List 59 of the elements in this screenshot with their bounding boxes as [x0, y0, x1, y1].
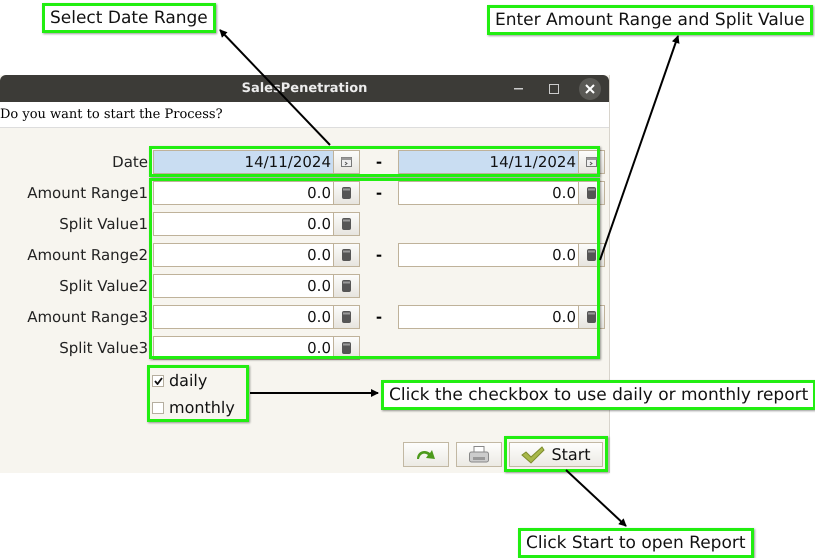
- number-field[interactable]: 0.0: [398, 305, 578, 329]
- minimize-icon: [514, 88, 522, 90]
- date-picker-button[interactable]: [333, 150, 360, 174]
- checkbox[interactable]: [152, 402, 164, 414]
- calculator-icon: [342, 187, 351, 199]
- window-title: SalesPenetration: [242, 81, 368, 96]
- date-field[interactable]: 14/11/2024: [398, 150, 578, 174]
- calculator-icon: [342, 342, 351, 354]
- callout-label: Select Date Range: [42, 3, 216, 33]
- range-separator: -: [376, 184, 382, 202]
- print-button[interactable]: [456, 442, 502, 467]
- field-label: Amount Range2: [27, 246, 148, 264]
- range-separator: -: [376, 153, 382, 171]
- field-label: Split Value1: [59, 215, 148, 233]
- checkbox-label: monthly: [169, 398, 235, 417]
- number-field[interactable]: 0.0: [153, 274, 333, 298]
- calculator-icon: [342, 218, 351, 230]
- maximize-icon: [549, 84, 559, 94]
- range-separator: -: [376, 246, 382, 264]
- close-icon: [585, 84, 595, 94]
- question-text: Do you want to start the Process?: [0, 107, 223, 122]
- callout-label: Click the checkbox to use daily or monthly report: [381, 380, 815, 410]
- calculator-button[interactable]: [333, 243, 360, 267]
- field-label: Split Value2: [59, 277, 148, 295]
- field-label: Split Value3: [59, 339, 148, 357]
- calendar-icon: [341, 157, 352, 167]
- refresh-button[interactable]: [403, 442, 449, 467]
- calculator-button[interactable]: [333, 212, 360, 236]
- start-button[interactable]: Start: [509, 442, 603, 467]
- calculator-icon: [342, 280, 351, 292]
- number-field[interactable]: 0.0: [398, 243, 578, 267]
- checkmark-icon: [521, 446, 546, 464]
- number-field[interactable]: 0.0: [398, 181, 578, 205]
- calculator-icon: [587, 249, 596, 261]
- field-label: Amount Range3: [27, 308, 148, 326]
- range-separator: -: [376, 308, 382, 326]
- calculator-icon: [587, 311, 596, 323]
- checkbox[interactable]: [152, 374, 164, 386]
- date-field[interactable]: 14/11/2024: [153, 150, 333, 174]
- printer-icon: [469, 446, 489, 463]
- calculator-button[interactable]: [333, 181, 360, 205]
- close-button[interactable]: [579, 78, 601, 100]
- check-icon: [154, 376, 162, 384]
- calculator-icon: [587, 187, 596, 199]
- field-label: Date: [112, 153, 148, 171]
- callout-arrow: [565, 469, 627, 527]
- callout-label: Enter Amount Range and Split Value: [487, 5, 813, 35]
- number-field[interactable]: 0.0: [153, 212, 333, 236]
- checkbox-label: daily: [169, 371, 208, 390]
- calculator-button[interactable]: [333, 305, 360, 329]
- number-field[interactable]: 0.0: [153, 305, 333, 329]
- calculator-icon: [342, 311, 351, 323]
- number-field[interactable]: 0.0: [153, 243, 333, 267]
- field-label: Amount Range1: [27, 184, 148, 202]
- calculator-button[interactable]: [333, 274, 360, 298]
- calendar-icon: [586, 157, 597, 167]
- calculator-icon: [342, 249, 351, 261]
- number-field[interactable]: 0.0: [153, 181, 333, 205]
- callout-label: Click Start to open Report: [518, 528, 754, 558]
